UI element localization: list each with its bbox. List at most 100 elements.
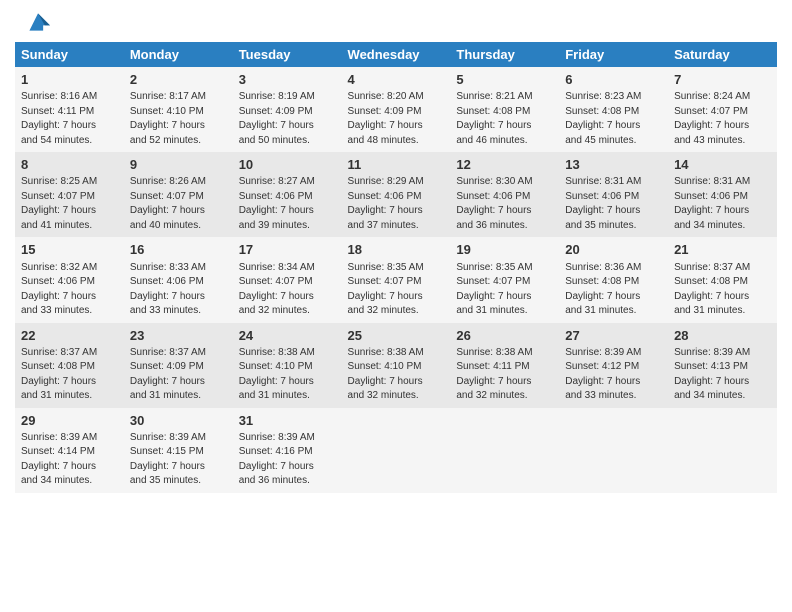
- day-number: 26: [456, 327, 553, 345]
- cell-content: Sunrise: 8:19 AMSunset: 4:09 PMDaylight:…: [239, 90, 336, 148]
- day-number: 10: [239, 156, 336, 174]
- cell-content: Sunrise: 8:35 AMSunset: 4:07 PMDaylight:…: [456, 261, 553, 319]
- cell-line: and 31 minutes.: [130, 389, 227, 404]
- cell-line: Sunset: 4:06 PM: [239, 190, 336, 205]
- calendar-cell: 25Sunrise: 8:38 AMSunset: 4:10 PMDayligh…: [342, 323, 451, 408]
- cell-content: Sunrise: 8:21 AMSunset: 4:08 PMDaylight:…: [456, 90, 553, 148]
- cell-line: Sunset: 4:07 PM: [674, 105, 771, 120]
- cell-line: and 34 minutes.: [21, 474, 118, 489]
- cell-line: Sunrise: 8:34 AM: [239, 261, 336, 276]
- cell-line: Sunrise: 8:38 AM: [239, 346, 336, 361]
- cell-line: and 34 minutes.: [674, 389, 771, 404]
- cell-line: Daylight: 7 hours: [130, 119, 227, 134]
- cell-line: Sunset: 4:08 PM: [565, 105, 662, 120]
- cell-line: Daylight: 7 hours: [456, 290, 553, 305]
- cell-line: Sunset: 4:11 PM: [456, 360, 553, 375]
- cell-line: and 52 minutes.: [130, 134, 227, 149]
- cell-line: Daylight: 7 hours: [239, 375, 336, 390]
- cell-line: Daylight: 7 hours: [674, 375, 771, 390]
- cell-line: Sunset: 4:09 PM: [130, 360, 227, 375]
- day-number: 16: [130, 241, 227, 259]
- cell-line: Sunset: 4:06 PM: [348, 190, 445, 205]
- cell-line: and 54 minutes.: [21, 134, 118, 149]
- cell-line: and 35 minutes.: [130, 474, 227, 489]
- cell-line: Sunset: 4:08 PM: [674, 275, 771, 290]
- cell-line: Sunset: 4:07 PM: [348, 275, 445, 290]
- cell-line: Daylight: 7 hours: [565, 375, 662, 390]
- cell-content: Sunrise: 8:37 AMSunset: 4:08 PMDaylight:…: [674, 261, 771, 319]
- day-number: 8: [21, 156, 118, 174]
- calendar-cell: 29Sunrise: 8:39 AMSunset: 4:14 PMDayligh…: [15, 408, 124, 493]
- cell-line: Sunset: 4:13 PM: [674, 360, 771, 375]
- cell-line: Sunset: 4:07 PM: [130, 190, 227, 205]
- calendar-cell: 24Sunrise: 8:38 AMSunset: 4:10 PMDayligh…: [233, 323, 342, 408]
- cell-line: Daylight: 7 hours: [239, 290, 336, 305]
- calendar-cell: 28Sunrise: 8:39 AMSunset: 4:13 PMDayligh…: [668, 323, 777, 408]
- cell-line: Daylight: 7 hours: [348, 290, 445, 305]
- cell-line: Sunrise: 8:27 AM: [239, 175, 336, 190]
- main-container: SundayMondayTuesdayWednesdayThursdayFrid…: [0, 0, 792, 498]
- cell-line: Sunrise: 8:23 AM: [565, 90, 662, 105]
- cell-line: and 36 minutes.: [239, 474, 336, 489]
- calendar-cell: 3Sunrise: 8:19 AMSunset: 4:09 PMDaylight…: [233, 67, 342, 152]
- cell-line: Daylight: 7 hours: [130, 460, 227, 475]
- cell-content: Sunrise: 8:26 AMSunset: 4:07 PMDaylight:…: [130, 175, 227, 233]
- cell-content: Sunrise: 8:27 AMSunset: 4:06 PMDaylight:…: [239, 175, 336, 233]
- cell-line: Sunrise: 8:19 AM: [239, 90, 336, 105]
- cell-line: Daylight: 7 hours: [348, 375, 445, 390]
- calendar-week-row: 22Sunrise: 8:37 AMSunset: 4:08 PMDayligh…: [15, 323, 777, 408]
- cell-line: and 32 minutes.: [348, 389, 445, 404]
- cell-line: Daylight: 7 hours: [21, 290, 118, 305]
- cell-line: and 33 minutes.: [130, 304, 227, 319]
- calendar-cell: 27Sunrise: 8:39 AMSunset: 4:12 PMDayligh…: [559, 323, 668, 408]
- weekday-header: Sunday: [15, 42, 124, 67]
- calendar-cell: 26Sunrise: 8:38 AMSunset: 4:11 PMDayligh…: [450, 323, 559, 408]
- cell-line: and 31 minutes.: [239, 389, 336, 404]
- cell-content: Sunrise: 8:37 AMSunset: 4:09 PMDaylight:…: [130, 346, 227, 404]
- cell-content: Sunrise: 8:29 AMSunset: 4:06 PMDaylight:…: [348, 175, 445, 233]
- cell-line: Sunrise: 8:30 AM: [456, 175, 553, 190]
- cell-content: Sunrise: 8:25 AMSunset: 4:07 PMDaylight:…: [21, 175, 118, 233]
- cell-line: Sunrise: 8:35 AM: [348, 261, 445, 276]
- cell-content: Sunrise: 8:16 AMSunset: 4:11 PMDaylight:…: [21, 90, 118, 148]
- day-number: 19: [456, 241, 553, 259]
- cell-content: Sunrise: 8:35 AMSunset: 4:07 PMDaylight:…: [348, 261, 445, 319]
- cell-content: Sunrise: 8:20 AMSunset: 4:09 PMDaylight:…: [348, 90, 445, 148]
- cell-line: Daylight: 7 hours: [21, 460, 118, 475]
- cell-content: Sunrise: 8:39 AMSunset: 4:13 PMDaylight:…: [674, 346, 771, 404]
- day-number: 2: [130, 71, 227, 89]
- cell-content: Sunrise: 8:23 AMSunset: 4:08 PMDaylight:…: [565, 90, 662, 148]
- cell-content: Sunrise: 8:33 AMSunset: 4:06 PMDaylight:…: [130, 261, 227, 319]
- cell-line: Sunrise: 8:17 AM: [130, 90, 227, 105]
- calendar-cell: 11Sunrise: 8:29 AMSunset: 4:06 PMDayligh…: [342, 152, 451, 237]
- cell-line: Daylight: 7 hours: [674, 119, 771, 134]
- calendar-cell: 1Sunrise: 8:16 AMSunset: 4:11 PMDaylight…: [15, 67, 124, 152]
- cell-content: Sunrise: 8:38 AMSunset: 4:11 PMDaylight:…: [456, 346, 553, 404]
- cell-line: Daylight: 7 hours: [239, 119, 336, 134]
- cell-line: Sunrise: 8:26 AM: [130, 175, 227, 190]
- cell-line: Sunset: 4:08 PM: [456, 105, 553, 120]
- calendar-cell: 17Sunrise: 8:34 AMSunset: 4:07 PMDayligh…: [233, 237, 342, 322]
- calendar-cell: 22Sunrise: 8:37 AMSunset: 4:08 PMDayligh…: [15, 323, 124, 408]
- calendar-cell: 31Sunrise: 8:39 AMSunset: 4:16 PMDayligh…: [233, 408, 342, 493]
- cell-line: Daylight: 7 hours: [674, 290, 771, 305]
- calendar-cell: 30Sunrise: 8:39 AMSunset: 4:15 PMDayligh…: [124, 408, 233, 493]
- calendar-cell: [559, 408, 668, 493]
- day-number: 23: [130, 327, 227, 345]
- calendar-cell: 9Sunrise: 8:26 AMSunset: 4:07 PMDaylight…: [124, 152, 233, 237]
- day-number: 9: [130, 156, 227, 174]
- cell-line: Daylight: 7 hours: [130, 290, 227, 305]
- calendar-week-row: 29Sunrise: 8:39 AMSunset: 4:14 PMDayligh…: [15, 408, 777, 493]
- cell-line: Sunrise: 8:39 AM: [239, 431, 336, 446]
- cell-line: and 39 minutes.: [239, 219, 336, 234]
- cell-line: Sunrise: 8:21 AM: [456, 90, 553, 105]
- cell-line: Daylight: 7 hours: [348, 204, 445, 219]
- cell-line: and 45 minutes.: [565, 134, 662, 149]
- cell-line: Sunrise: 8:38 AM: [456, 346, 553, 361]
- calendar-cell: 14Sunrise: 8:31 AMSunset: 4:06 PMDayligh…: [668, 152, 777, 237]
- day-number: 1: [21, 71, 118, 89]
- calendar-week-row: 1Sunrise: 8:16 AMSunset: 4:11 PMDaylight…: [15, 67, 777, 152]
- cell-line: Sunrise: 8:39 AM: [130, 431, 227, 446]
- cell-line: and 33 minutes.: [565, 389, 662, 404]
- day-number: 31: [239, 412, 336, 430]
